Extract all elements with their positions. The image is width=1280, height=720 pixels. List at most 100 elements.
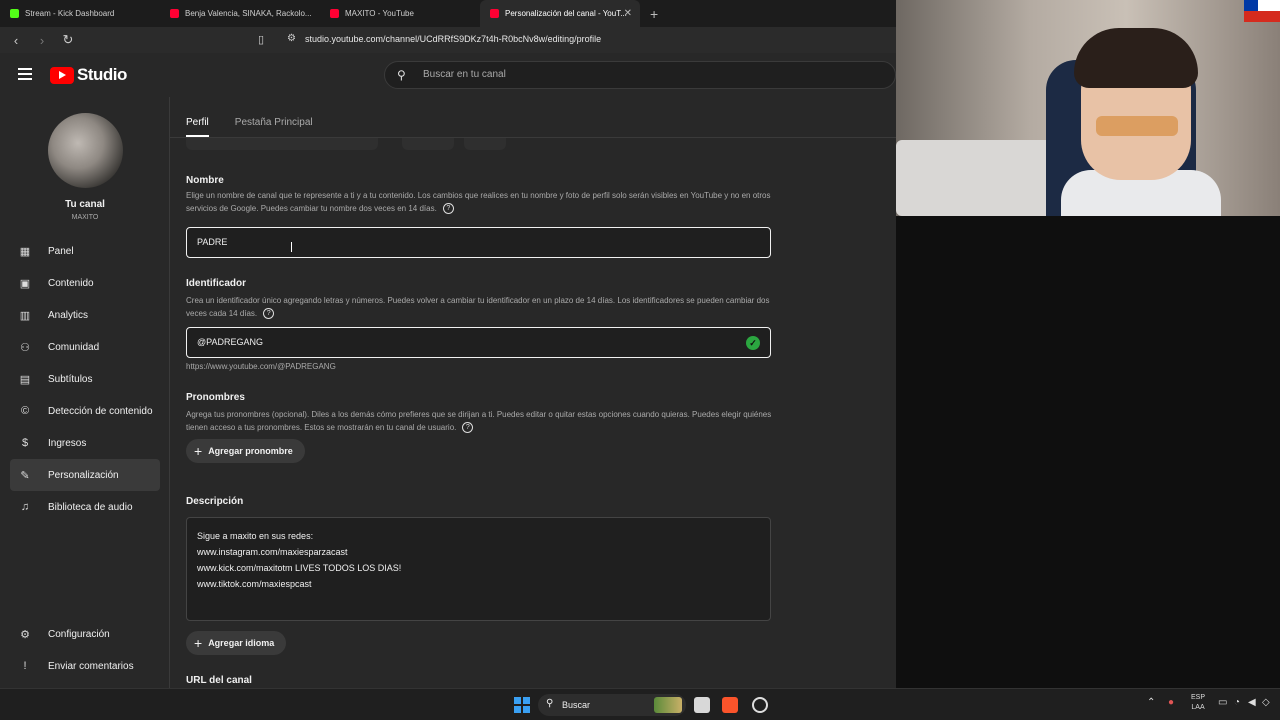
new-tab-icon[interactable]: + (640, 6, 668, 22)
browser-tab-youtube[interactable]: MAXITO - YouTube (320, 0, 480, 27)
feedback-icon: ! (23, 660, 27, 672)
dashboard-icon: ▦ (19, 245, 31, 258)
sidebar-item-audio-library[interactable]: ♫ Biblioteca de audio (10, 491, 160, 523)
sidebar-item-label: Analytics (48, 309, 89, 321)
tab-home[interactable]: Pestaña Principal (235, 97, 313, 137)
sidebar-item-content[interactable]: ▣ Contenido (10, 267, 160, 299)
content-icon: ▣ (19, 277, 31, 290)
chevron-up-icon[interactable]: ⌃ (1147, 697, 1155, 708)
description-line: www.instagram.com/maxiesparzacast (197, 547, 348, 557)
file-explorer-icon[interactable] (694, 697, 710, 713)
sidebar-item-label: Enviar comentarios (48, 660, 134, 672)
handle-section-description: Crea un identificador único agregando le… (186, 294, 776, 320)
sidebar-bottom-nav: ⚙ Configuración ! Enviar comentarios (10, 618, 160, 682)
reload-icon[interactable]: ↻ (58, 32, 78, 48)
handle-url-hint: https://www.youtube.com/@PADREGANG (186, 362, 336, 371)
tab-title: MAXITO - YouTube (345, 9, 414, 18)
sidebar-item-analytics[interactable]: ▥ Analytics (10, 299, 160, 331)
sidebar-item-label: Panel (48, 245, 74, 257)
notification-icon[interactable]: ◇ (1262, 697, 1270, 708)
youtube-favicon-icon (330, 9, 339, 18)
studio-logo[interactable]: Studio (50, 65, 127, 85)
profile-tabs: Perfil Pestaña Principal (186, 97, 313, 137)
community-icon: ⚇ (20, 341, 30, 354)
search-highlight-image (654, 697, 682, 713)
sidebar-item-content-detection[interactable]: © Detección de contenido (10, 395, 160, 427)
sidebar-item-label: Biblioteca de audio (48, 501, 133, 513)
close-tab-icon[interactable]: ✕ (624, 8, 632, 19)
browser-tab-music[interactable]: Benja Valencia, SINAKA, Rackolo... (160, 0, 320, 27)
add-language-label: Agregar idioma (208, 638, 275, 648)
address-bar: ‹ › ↻ ▯ ⚙ studio.youtube.com/channel/UCd… (0, 27, 896, 53)
sidebar-item-label: Personalización (48, 469, 119, 481)
windows-taskbar: ⚲ Buscar ⌃ ● ESP LAA ▭ ◔ ◀ ◇ (0, 688, 1280, 720)
lang-bottom: LAA (1191, 704, 1205, 711)
search-icon: ⚲ (546, 698, 554, 709)
microphone-icon[interactable]: ● (1168, 697, 1174, 708)
sidebar-item-panel[interactable]: ▦ Panel (10, 235, 160, 267)
help-icon[interactable]: ? (263, 308, 275, 320)
audio-library-icon: ♫ (20, 501, 30, 513)
kick-favicon-icon (10, 9, 19, 18)
check-icon: ✓ (746, 336, 760, 350)
sidebar-item-feedback[interactable]: ! Enviar comentarios (10, 650, 160, 682)
logo-text: Studio (77, 65, 127, 84)
taskbar-search-label: Buscar (562, 700, 591, 710)
name-field[interactable]: PADRE (186, 227, 771, 258)
channel-title: Tu canal (65, 199, 105, 210)
channel-avatar[interactable] (48, 113, 123, 188)
sidebar-item-label: Detección de contenido (48, 405, 153, 417)
earn-icon: $ (21, 437, 29, 449)
youtube-favicon-icon (170, 9, 179, 18)
help-icon[interactable]: ? (462, 422, 474, 434)
sidebar: Tu canal MAXITO ▦ Panel ▣ Contenido ▥ Analy… (0, 97, 170, 688)
browser-tab-studio[interactable]: Personalización del canal - YouT... ✕ (480, 0, 640, 27)
tab-profile[interactable]: Perfil (186, 97, 209, 137)
webcam-hair (1074, 28, 1198, 88)
brave-browser-icon[interactable] (722, 697, 738, 713)
name-field-value: PADRE (197, 237, 228, 247)
copyright-icon: © (20, 405, 30, 417)
keyboard-language[interactable]: ESP LAA (1191, 693, 1205, 713)
add-pronoun-button[interactable]: + Agregar pronombre (186, 439, 305, 463)
channel-search[interactable]: ⚲ Buscar en tu canal (384, 61, 896, 89)
sidebar-item-subtitles[interactable]: ▤ Subtítulos (10, 363, 160, 395)
sidebar-item-label: Contenido (48, 277, 94, 289)
scrolled-button-remnant (464, 138, 506, 150)
url-field[interactable]: studio.youtube.com/channel/UCdRRfS9DKz7t… (305, 34, 601, 44)
windows-start-icon[interactable] (514, 697, 530, 713)
search-icon: ⚲ (397, 68, 406, 82)
plus-icon: + (194, 635, 203, 651)
chile-flag-icon (1244, 0, 1280, 22)
app-icon[interactable] (752, 697, 768, 713)
pronouns-section-title: Pronombres (186, 392, 245, 403)
menu-icon[interactable] (18, 68, 32, 80)
forward-icon[interactable]: › (32, 33, 52, 48)
description-textarea[interactable]: Sigue a maxito en sus redes: www.instagr… (186, 517, 771, 621)
description-section-title: Descripción (186, 496, 244, 507)
help-icon[interactable]: ? (442, 203, 454, 215)
add-language-button[interactable]: + Agregar idioma (186, 631, 287, 655)
taskbar-search[interactable]: ⚲ Buscar (538, 694, 686, 716)
add-pronoun-label: Agregar pronombre (208, 446, 293, 456)
browser-tab-kick[interactable]: Stream - Kick Dashboard (0, 0, 160, 27)
display-icon[interactable]: ▭ (1218, 697, 1227, 708)
scrolled-banner-remnant (186, 138, 378, 150)
handle-field-value: @PADREGANG (197, 337, 263, 347)
bookmark-icon[interactable]: ▯ (258, 33, 264, 46)
description-line: www.kick.com/maxitotm LIVES TODOS LOS DI… (197, 563, 402, 573)
sidebar-item-label: Configuración (48, 628, 110, 640)
handle-field[interactable]: @PADREGANG ✓ (186, 327, 771, 358)
sidebar-item-customization[interactable]: ✎ Personalización (10, 459, 160, 491)
name-description-text: Elige un nombre de canal que te represen… (186, 191, 771, 213)
volume-icon[interactable]: ◀ (1248, 697, 1256, 708)
network-icon[interactable]: ◔ (1234, 697, 1240, 708)
webcam-glasses (1096, 116, 1178, 136)
sidebar-item-earn[interactable]: $ Ingresos (10, 427, 160, 459)
back-icon[interactable]: ‹ (6, 33, 26, 48)
sidebar-item-community[interactable]: ⚇ Comunidad (10, 331, 160, 363)
studio-header: Studio ⚲ Buscar en tu canal (0, 53, 896, 97)
youtube-favicon-icon (490, 9, 499, 18)
sidebar-item-settings[interactable]: ⚙ Configuración (10, 618, 160, 650)
site-info-icon[interactable]: ⚙ (287, 33, 296, 44)
